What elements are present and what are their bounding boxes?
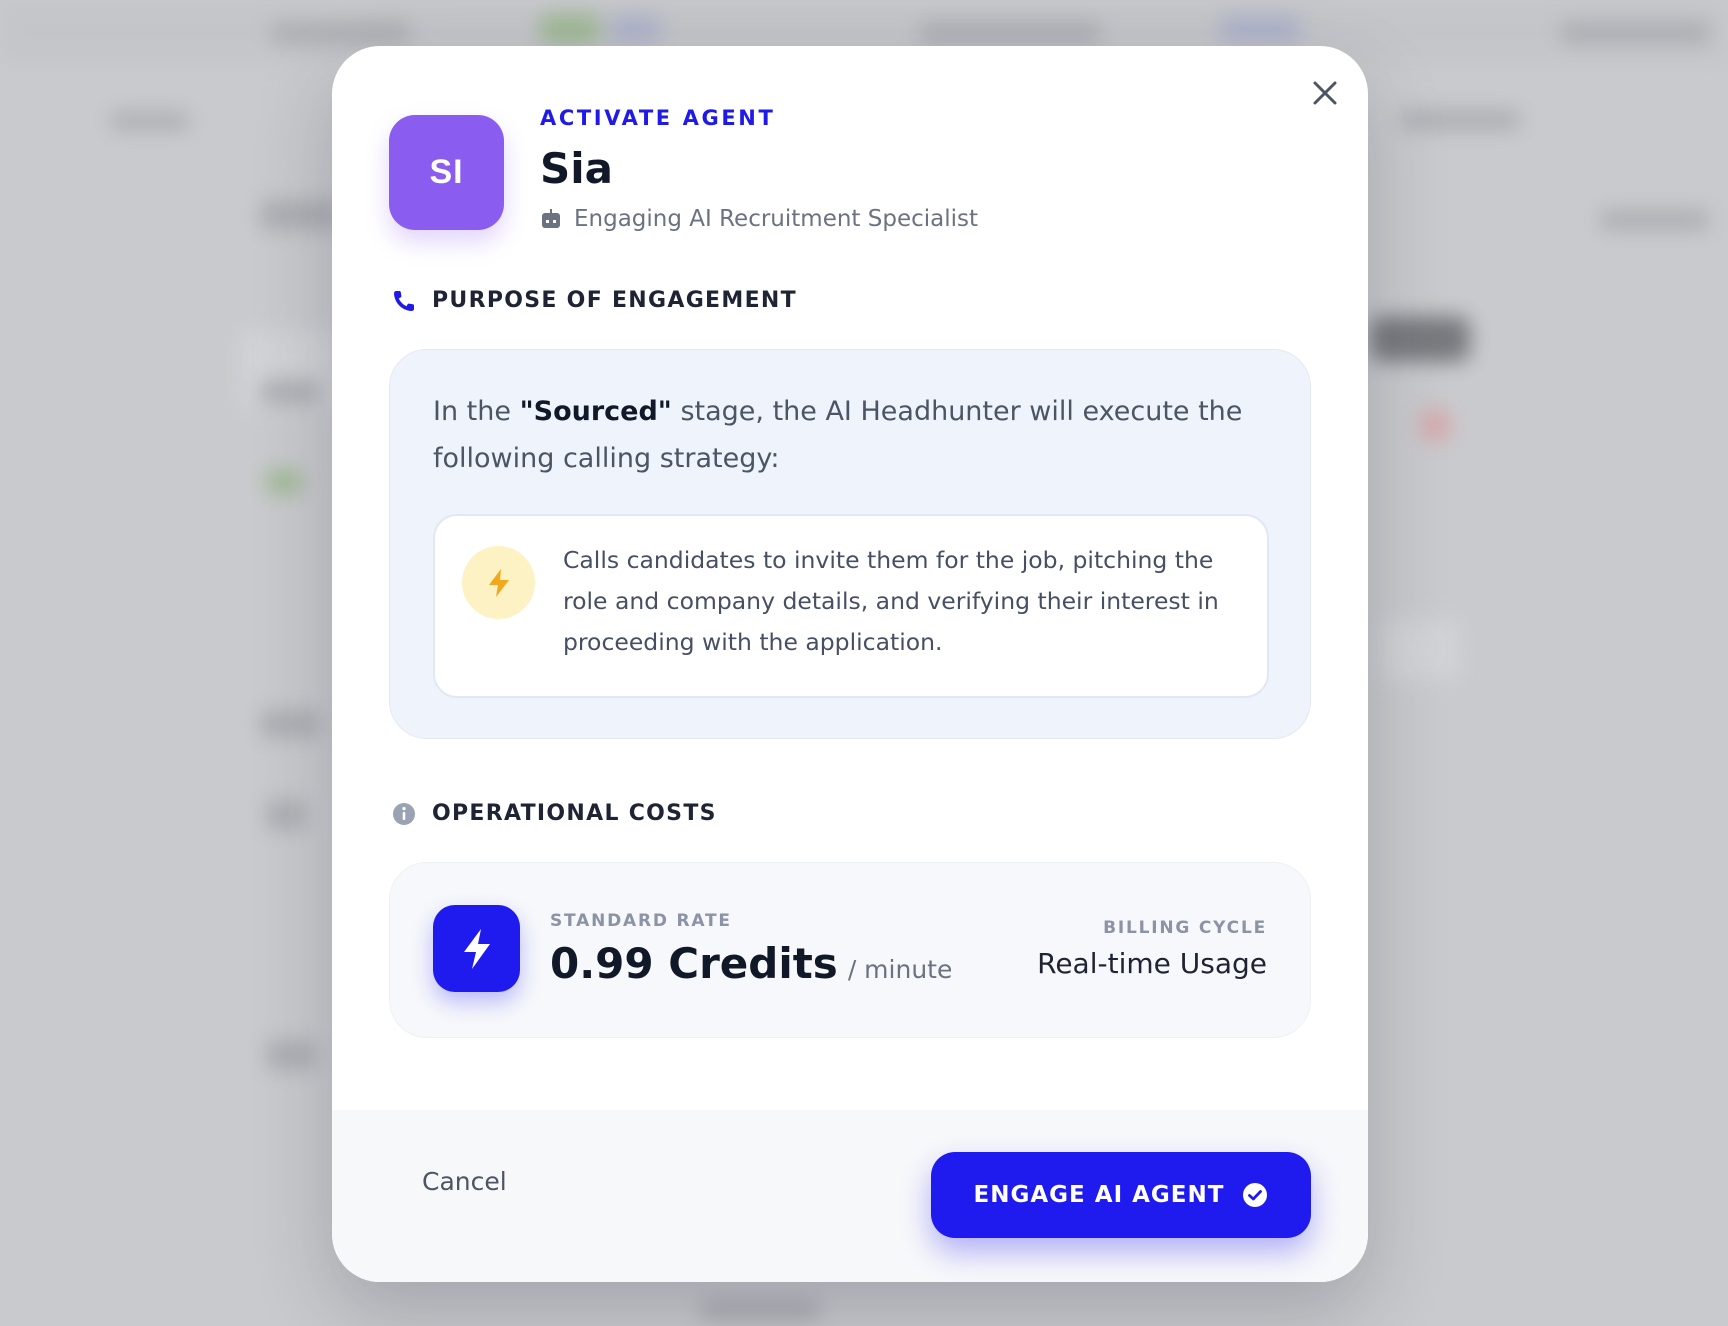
background-block	[1370, 316, 1470, 362]
background-block	[540, 14, 600, 44]
phone-icon	[394, 290, 414, 311]
strategy-text: Calls candidates to invite them for the …	[563, 546, 1219, 656]
agent-role-row: Engaging AI Recruitment Specialist	[540, 206, 978, 232]
cancel-button[interactable]: Cancel	[422, 1167, 507, 1196]
close-button[interactable]	[1302, 70, 1348, 116]
background-block	[270, 22, 410, 44]
purpose-title: PURPOSE OF ENGAGEMENT	[432, 288, 797, 313]
rate-label: STANDARD RATE	[550, 911, 732, 931]
purpose-intro-before: In the	[433, 396, 520, 427]
billing-label: BILLING CYCLE	[1103, 918, 1267, 938]
rate-icon-tile	[433, 905, 520, 992]
purpose-section-title: PURPOSE OF ENGAGEMENT	[392, 288, 797, 313]
background-block	[110, 112, 190, 130]
activate-agent-modal: SI ACTIVATE AGENT Sia Engaging AI Recrui…	[332, 46, 1368, 1282]
lightning-icon	[463, 928, 490, 969]
background-block	[1380, 620, 1460, 680]
robot-icon	[542, 209, 560, 228]
background-block	[266, 800, 306, 830]
costs-section-title: OPERATIONAL COSTS	[392, 801, 717, 826]
purpose-box: In the "Sourced" stage, the AI Headhunte…	[389, 349, 1311, 739]
engage-button-label: ENGAGE AI AGENT	[973, 1182, 1225, 1208]
strategy-icon-circle	[462, 546, 535, 619]
background-block	[1420, 410, 1450, 440]
check-circle-icon	[1243, 1183, 1268, 1207]
agent-name: Sia	[540, 144, 613, 193]
cost-box: STANDARD RATE 0.99 Credits / minute BILL…	[389, 862, 1311, 1038]
modal-footer: Cancel ENGAGE AI AGENT	[332, 1110, 1368, 1282]
background-block	[260, 710, 320, 738]
stage-name: "Sourced"	[519, 396, 672, 427]
engage-ai-agent-button[interactable]: ENGAGE AI AGENT	[931, 1152, 1311, 1238]
background-block	[700, 1300, 820, 1320]
background-block	[1560, 22, 1710, 44]
billing-value: Real-time Usage	[1037, 947, 1267, 980]
background-block	[260, 200, 340, 230]
modal-eyebrow: ACTIVATE AGENT	[540, 106, 776, 130]
purpose-intro: In the "Sourced" stage, the AI Headhunte…	[433, 388, 1253, 482]
background-block	[260, 380, 320, 404]
costs-title: OPERATIONAL COSTS	[432, 801, 717, 826]
background-block	[266, 1040, 316, 1070]
background-block	[610, 16, 660, 42]
rate-unit: / minute	[847, 955, 953, 984]
background-block	[1220, 16, 1300, 42]
strategy-card: Calls candidates to invite them for the …	[433, 514, 1269, 698]
rate-row: 0.99 Credits / minute	[550, 939, 952, 988]
background-block	[266, 470, 302, 494]
background-block	[1600, 210, 1710, 230]
background-block	[1400, 110, 1520, 130]
bolt-icon	[488, 568, 509, 597]
rate-value: 0.99 Credits	[550, 939, 838, 988]
close-icon	[1313, 81, 1337, 105]
info-icon	[393, 802, 415, 825]
background-block	[920, 22, 1100, 44]
agent-avatar: SI	[389, 115, 504, 230]
agent-role: Engaging AI Recruitment Specialist	[574, 206, 979, 232]
